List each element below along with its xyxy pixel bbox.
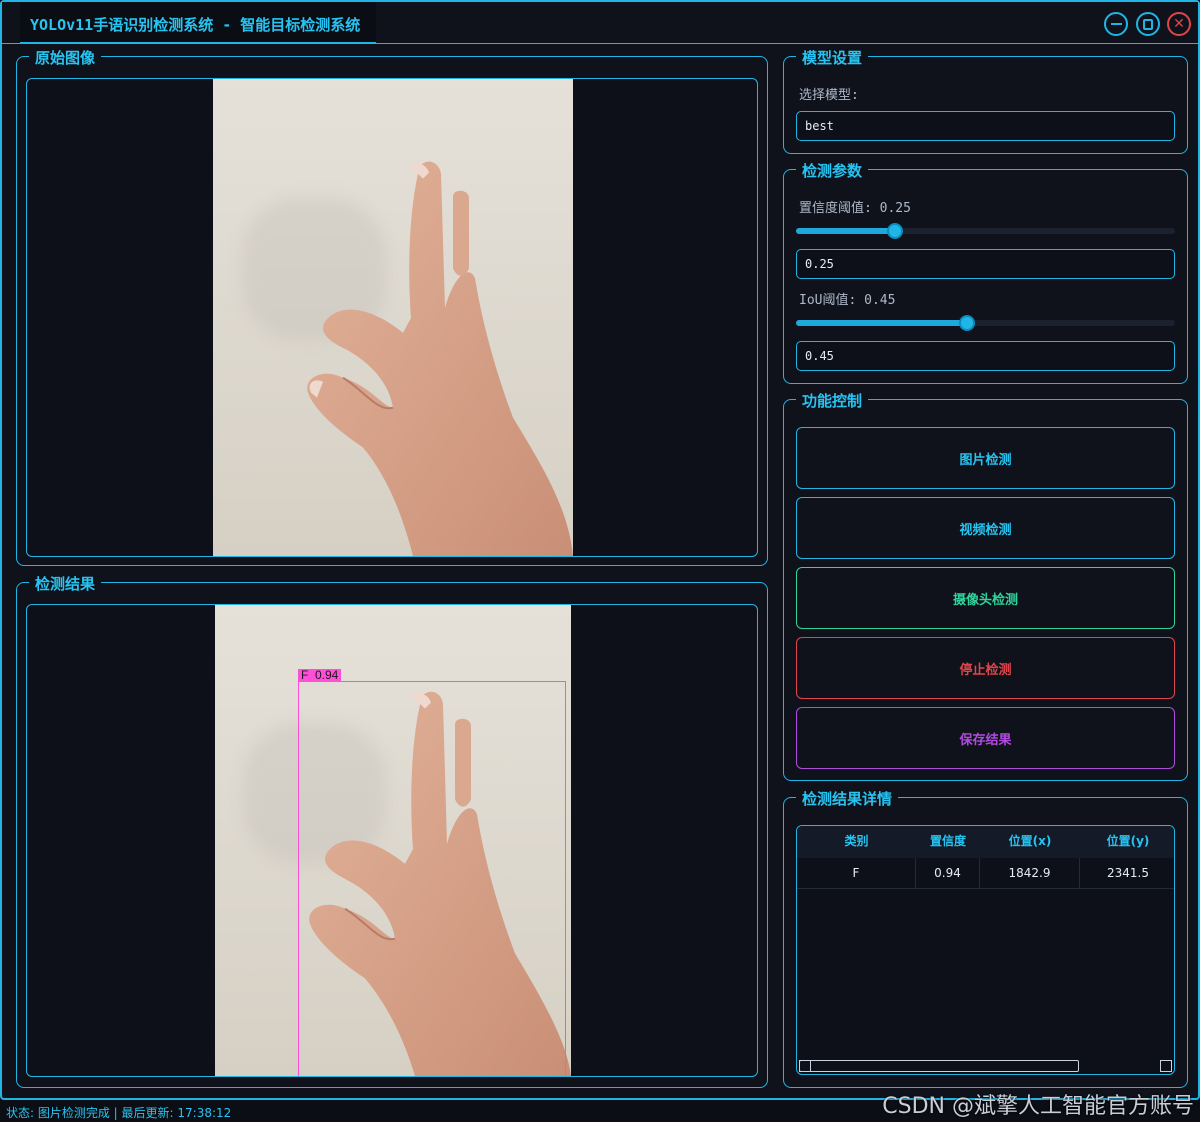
video-detect-button[interactable]: 视频检测 (796, 497, 1175, 559)
iou-label: IoU阈值: 0.45 (799, 293, 896, 308)
original-image-view (26, 78, 758, 557)
app-window: YOLOv11手语识别检测系统 - 智能目标检测系统 ✕ 原始图像 检测结果 F… (0, 0, 1200, 1100)
stop-detect-button[interactable]: 停止检测 (796, 637, 1175, 699)
function-control-title: 功能控制 (796, 390, 869, 411)
detection-details-table[interactable]: 类别 置信度 位置(x) 位置(y) F 0.94 1842.9 2341.5 (796, 825, 1175, 1075)
title-bar: YOLOv11手语识别检测系统 - 智能目标检测系统 ✕ (2, 2, 1198, 44)
confidence-slider-handle[interactable] (887, 223, 903, 239)
result-image-view: F 0.94 (26, 604, 758, 1077)
iou-input[interactable]: 0.45 (796, 341, 1175, 371)
model-settings-title: 模型设置 (796, 47, 869, 68)
horizontal-scrollbar[interactable] (799, 1060, 1079, 1072)
scroll-left-arrow[interactable] (799, 1060, 811, 1072)
hand-ok-sign-image (307, 161, 573, 556)
image-detect-button[interactable]: 图片检测 (796, 427, 1175, 489)
close-icon: ✕ (1173, 16, 1185, 32)
select-model-label: 选择模型: (799, 88, 859, 103)
result-image-title: 检测结果 (29, 573, 102, 594)
minimize-icon (1110, 23, 1122, 25)
table-cell-class: F (797, 858, 916, 889)
confidence-input[interactable]: 0.25 (796, 249, 1175, 279)
table-cell-y: 2341.5 (1080, 858, 1174, 889)
maximize-icon (1143, 18, 1153, 30)
detection-box (298, 681, 566, 1076)
column-header-x[interactable]: 位置(x) (980, 826, 1080, 856)
iou-slider-handle[interactable] (959, 315, 975, 331)
iou-slider[interactable] (796, 315, 1175, 331)
close-button[interactable]: ✕ (1167, 12, 1191, 36)
detection-box-label: F 0.94 (298, 669, 342, 682)
column-header-y[interactable]: 位置(y) (1080, 826, 1174, 856)
model-select[interactable]: best (796, 111, 1175, 141)
detect-params-title: 检测参数 (796, 160, 869, 181)
camera-detect-button[interactable]: 摄像头检测 (796, 567, 1175, 629)
confidence-slider-fill (796, 228, 895, 234)
save-result-button[interactable]: 保存结果 (796, 707, 1175, 769)
minimize-button[interactable] (1104, 12, 1128, 36)
window-title: YOLOv11手语识别检测系统 - 智能目标检测系统 (30, 16, 361, 34)
column-header-confidence[interactable]: 置信度 (916, 826, 980, 856)
watermark: CSDN @斌擎人工智能官方账号 (882, 1094, 1194, 1119)
scroll-right-arrow[interactable] (1160, 1060, 1172, 1072)
column-header-class[interactable]: 类别 (797, 826, 916, 856)
detection-details-title: 检测结果详情 (796, 788, 899, 809)
maximize-button[interactable] (1136, 12, 1160, 36)
original-photo (213, 79, 573, 556)
table-cell-confidence: 0.94 (916, 858, 980, 889)
iou-slider-fill (796, 320, 967, 326)
table-cell-x: 1842.9 (980, 858, 1080, 889)
table-header: 类别 置信度 位置(x) 位置(y) (797, 826, 1174, 858)
confidence-label: 置信度阈值: 0.25 (799, 201, 911, 216)
confidence-slider[interactable] (796, 223, 1175, 239)
original-image-title: 原始图像 (29, 47, 102, 68)
